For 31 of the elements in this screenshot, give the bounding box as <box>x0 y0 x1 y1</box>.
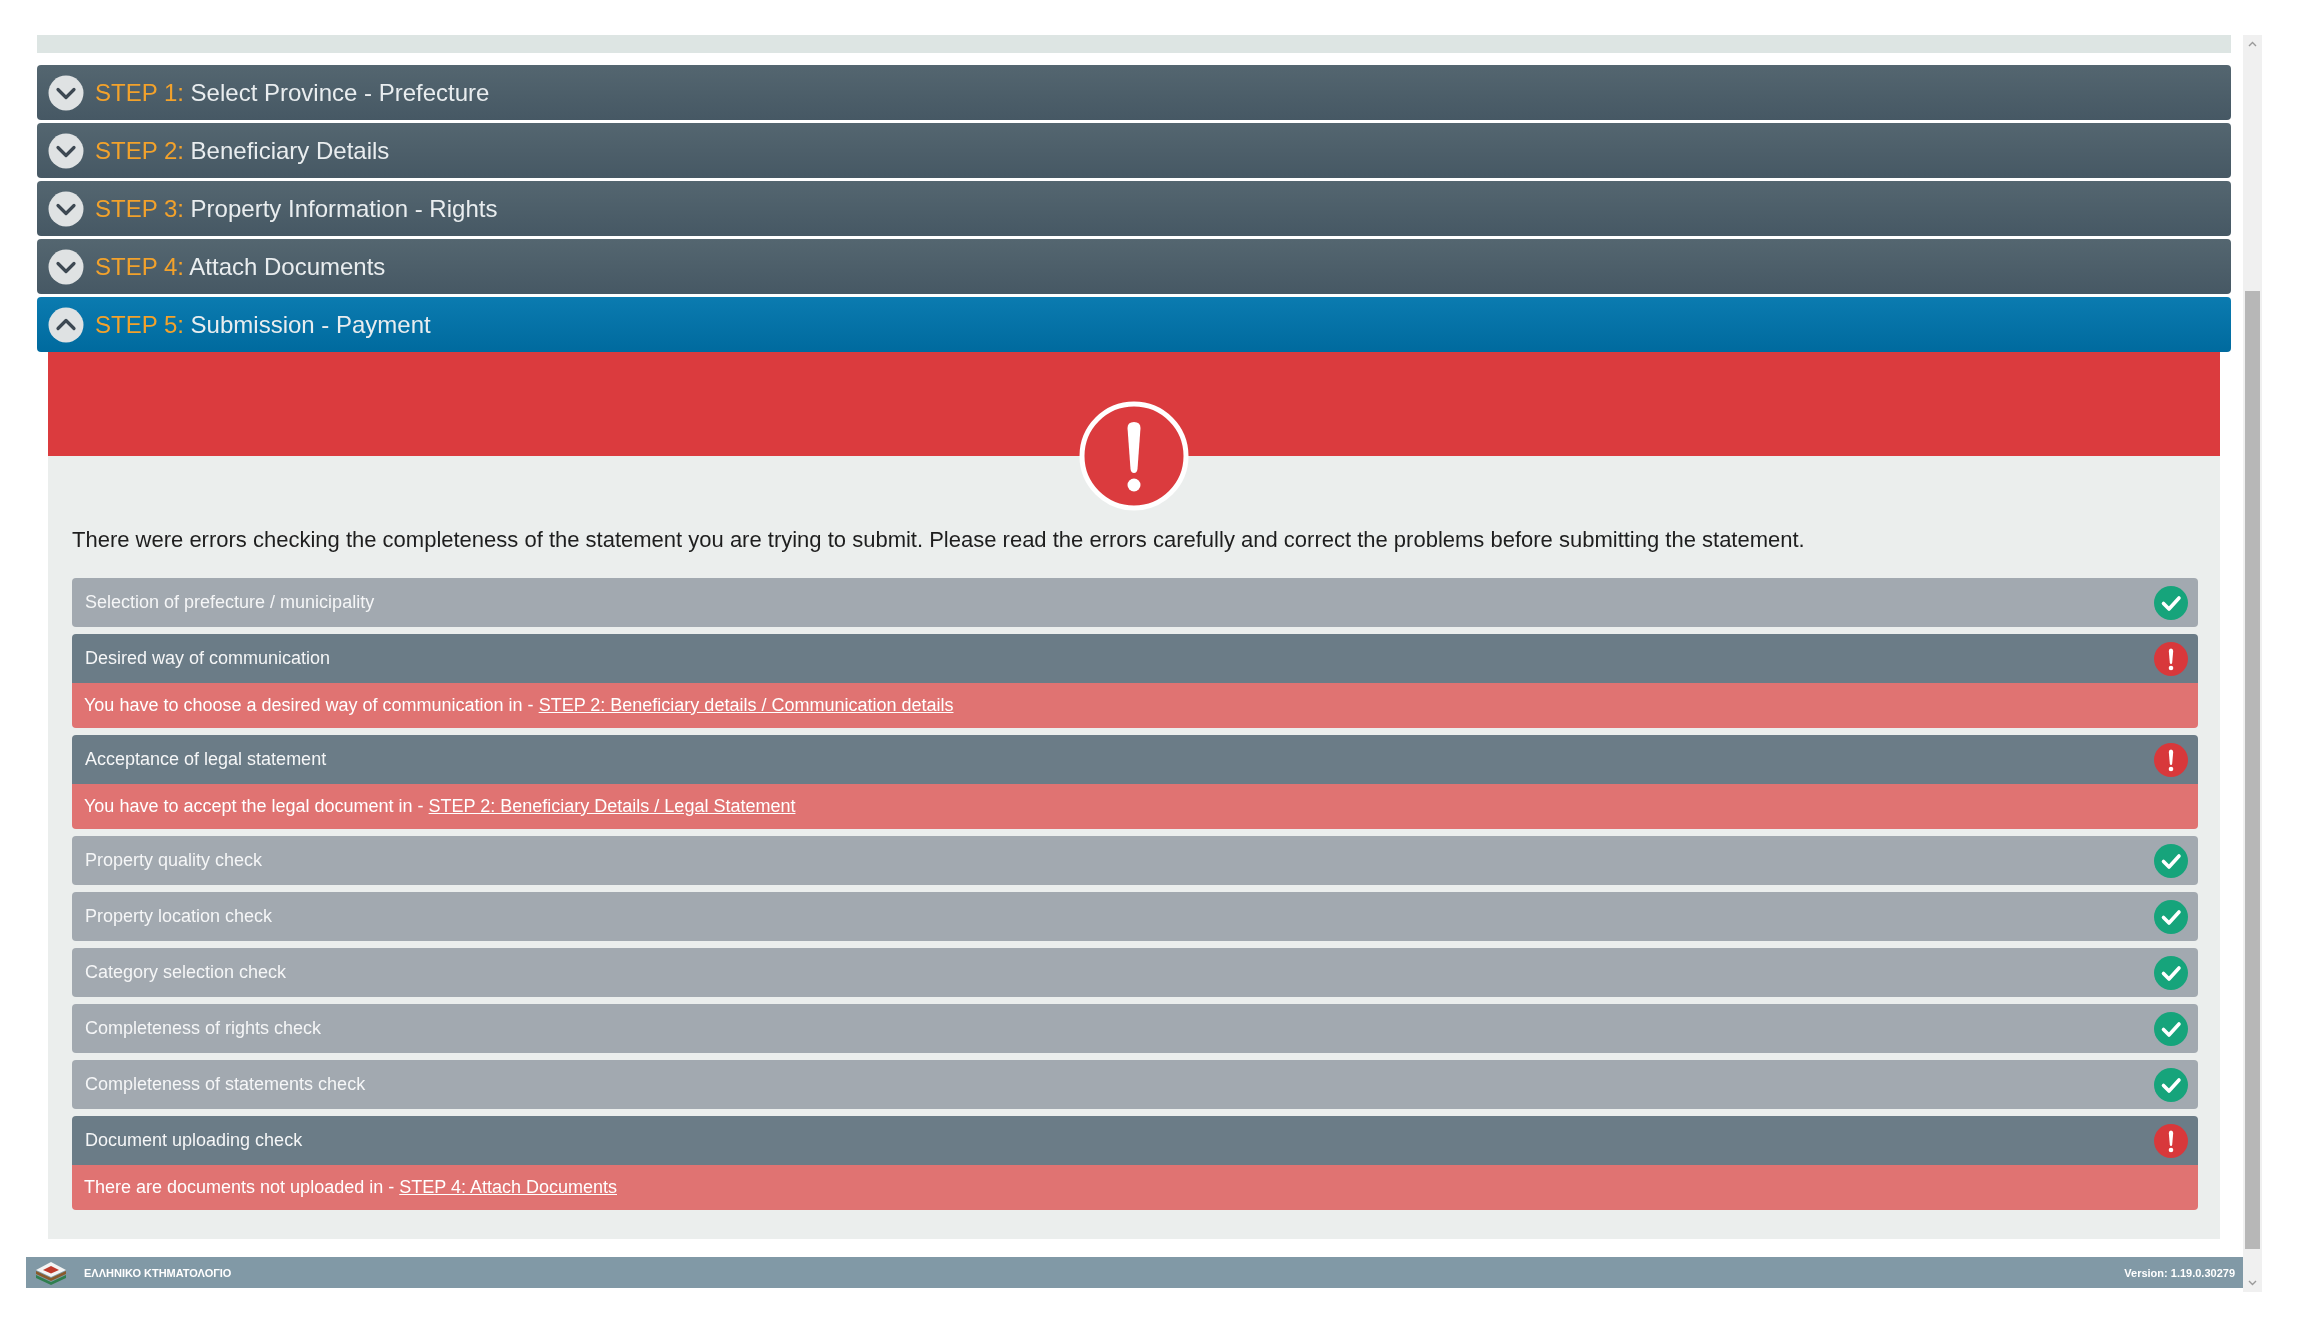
warning-icon <box>1079 401 1189 511</box>
step-header[interactable]: STEP 5: Submission - Payment <box>37 297 2231 352</box>
check-title: Completeness of statements check <box>85 1074 366 1095</box>
footer-brand: ΕΛΛΗΝΙΚΟ ΚΤΗΜΑΤΟΛΟΓΙΟ <box>84 1266 232 1279</box>
check-title: Desired way of communication <box>85 648 331 669</box>
step-link[interactable]: STEP 2: Beneficiary Details / Legal Statement <box>428 796 796 816</box>
version-text: Version: 1.19.0.30279 <box>2124 1266 2235 1279</box>
check-title: Category selection check <box>85 962 287 983</box>
step-header[interactable]: STEP 1: Select Province - Prefecture <box>37 65 2231 120</box>
step-header[interactable]: STEP 4: Attach Documents <box>37 239 2231 294</box>
check-title: Completeness of rights check <box>85 1018 322 1039</box>
step-header[interactable]: STEP 2: Beneficiary Details <box>37 123 2231 178</box>
check-title: Property quality check <box>85 850 263 871</box>
step-link[interactable]: STEP 2: Beneficiary details / Communication details <box>538 695 954 715</box>
error-message: You have to choose a desired way of communication in - STEP 2: Beneficiary details / Communication details <box>72 683 2198 728</box>
chevron-down-icon <box>48 190 84 227</box>
check-title: Property location check <box>85 906 273 927</box>
chevron-down-icon <box>48 132 84 169</box>
check-title: Acceptance of legal statement <box>85 749 327 770</box>
error-message: You have to accept the legal document in - STEP 2: Beneficiary Details / Legal Statement <box>72 784 2198 829</box>
check-title: Selection of prefecture / municipality <box>85 592 375 613</box>
scrollbar[interactable] <box>2243 35 2262 1292</box>
step-link[interactable]: STEP 4: Attach Documents <box>399 1177 617 1197</box>
error-message: There are documents not uploaded in - STEP 4: Attach Documents <box>72 1165 2198 1210</box>
scrollbar-thumb[interactable] <box>2245 291 2260 1249</box>
chevron-down-icon <box>48 74 84 111</box>
step-header[interactable]: STEP 3: Property Information - Rights <box>37 181 2231 236</box>
chevron-down-icon <box>48 248 84 285</box>
chevron-up-icon <box>48 306 84 343</box>
error-summary: There were errors checking the completeness of the statement you are trying to submit. Please read the errors carefully and correct the problems before submitting the statement. <box>72 526 1806 554</box>
check-title: Document uploading check <box>85 1130 303 1151</box>
